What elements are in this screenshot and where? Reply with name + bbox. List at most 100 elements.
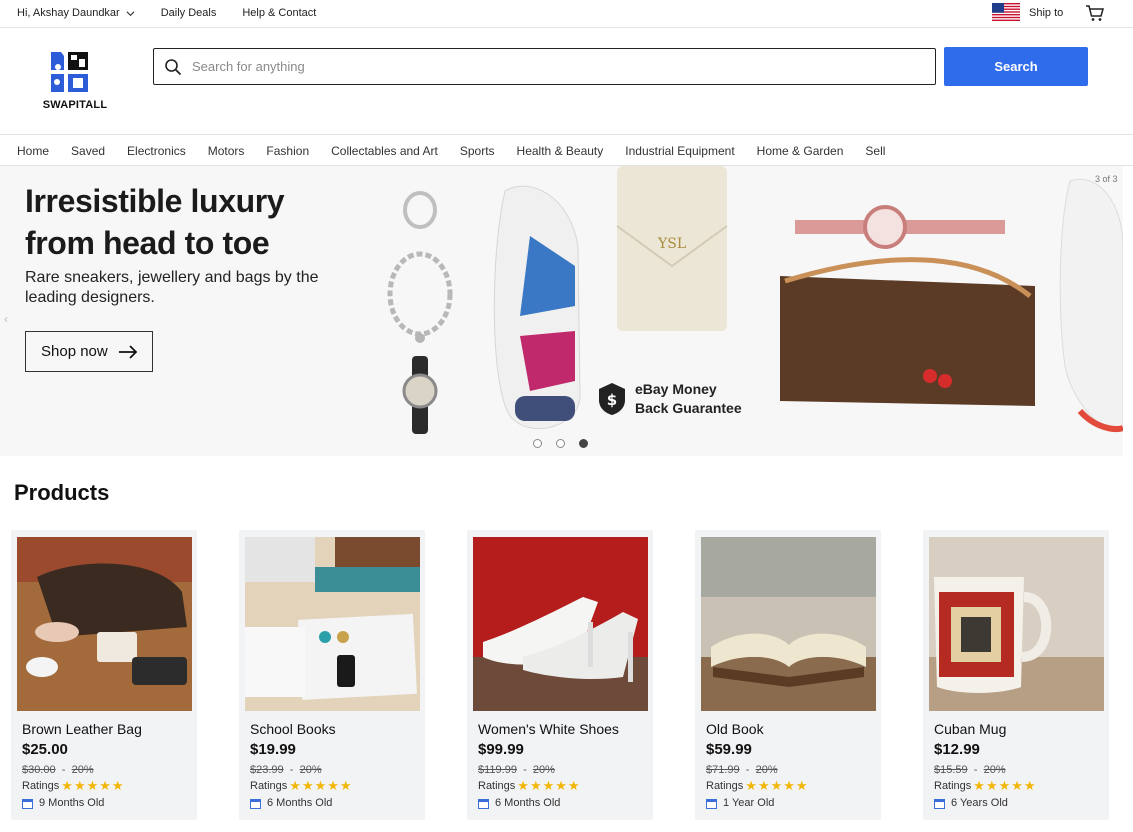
product-card[interactable]: Old Book $59.99 $71.99 - 20% Ratings ★ ★ ★… (695, 530, 881, 820)
star-icon: ★ (795, 778, 808, 793)
star-icon: ★ (757, 778, 770, 793)
cart-icon[interactable] (1085, 4, 1105, 22)
product-price: $12.99 (934, 741, 980, 758)
calendar-icon (478, 798, 489, 809)
product-card[interactable]: Cuban Mug $12.99 $15.59 - 20% Ratings ★ ★… (923, 530, 1109, 820)
discount-percent: 20% (71, 764, 94, 776)
product-name[interactable]: Cuban Mug (934, 721, 1006, 737)
product-original-price-line: $15.59 - 20% (934, 764, 1006, 776)
product-card[interactable]: School Books $19.99 $23.99 - 20% Ratings… (239, 530, 425, 820)
svg-text:$: $ (607, 391, 617, 409)
arrow-right-icon (118, 344, 137, 359)
calendar-icon (22, 798, 33, 809)
star-icon: ★ (555, 778, 567, 793)
carousel-dot-2[interactable] (556, 439, 565, 448)
star-icon: ★ (327, 778, 339, 793)
star-icon: ★ (783, 778, 795, 793)
product-image-shoes[interactable] (473, 537, 648, 711)
star-icon: ★ (99, 778, 111, 793)
star-icon: ★ (111, 778, 124, 793)
search-input[interactable] (192, 55, 912, 77)
product-name[interactable]: Women's White Shoes (478, 721, 619, 737)
carousel-dot-1[interactable] (533, 439, 542, 448)
nav-item-fashion[interactable]: Fashion (266, 144, 309, 158)
product-name[interactable]: School Books (250, 721, 336, 737)
star-icon: ★ (517, 778, 529, 793)
banner-product-imagery: YSL (387, 166, 1123, 434)
original-price: $119.99 (478, 764, 517, 776)
product-image-bag[interactable] (17, 537, 192, 711)
star-icon: ★ (529, 778, 542, 793)
product-name[interactable]: Old Book (706, 721, 764, 737)
shop-now-button[interactable]: Shop now (25, 331, 153, 372)
money-back-guarantee: $ eBay Money Back Guarantee (597, 380, 742, 418)
product-card[interactable]: Brown Leather Bag $25.00 $30.00 - 20% Ra… (11, 530, 197, 820)
product-age: 6 Months Old (478, 797, 560, 809)
product-image-old-book[interactable] (701, 537, 876, 711)
discount-percent: 20% (299, 764, 322, 776)
banner-prev-arrow[interactable]: ‹ (4, 312, 8, 326)
chevron-down-icon (126, 10, 135, 16)
account-menu[interactable]: Hi, Akshay Daundkar (17, 7, 135, 19)
star-icon: ★ (567, 778, 580, 793)
nav-item-health-beauty[interactable]: Health & Beauty (517, 144, 604, 158)
product-price: $99.99 (478, 741, 524, 758)
discount-percent: 20% (532, 764, 555, 776)
product-card[interactable]: Women's White Shoes $99.99 $119.99 - 20%… (467, 530, 653, 820)
calendar-icon (250, 798, 261, 809)
star-icon: ★ (314, 778, 327, 793)
products-heading: Products (14, 480, 110, 505)
carousel-dots (533, 439, 588, 448)
star-icon: ★ (1023, 778, 1036, 793)
star-icon: ★ (770, 778, 783, 793)
product-price: $59.99 (706, 741, 752, 758)
search-button[interactable]: Search (944, 47, 1088, 86)
star-icon: ★ (973, 778, 985, 793)
nav-item-sell[interactable]: Sell (865, 144, 885, 158)
star-rating: ★ ★ ★ ★ ★ (745, 778, 808, 793)
original-price: $30.00 (22, 764, 56, 776)
dollar-shield-icon: $ (599, 383, 625, 415)
ship-to-selector[interactable]: Ship to (992, 3, 1063, 21)
logo-text: SWAPITALL (42, 99, 108, 111)
nav-item-motors[interactable]: Motors (208, 144, 245, 158)
product-image-mug[interactable] (929, 537, 1104, 711)
us-flag-icon (992, 3, 1020, 21)
star-rating: ★ ★ ★ ★ ★ (289, 778, 352, 793)
nav-item-home-garden[interactable]: Home & Garden (757, 144, 844, 158)
nav-item-sports[interactable]: Sports (460, 144, 495, 158)
nav-item-industrial[interactable]: Industrial Equipment (625, 144, 734, 158)
product-age: 6 Years Old (934, 797, 1008, 809)
product-age: 6 Months Old (250, 797, 332, 809)
product-ratings: Ratings ★ ★ ★ ★ ★ (706, 778, 808, 793)
star-icon: ★ (998, 778, 1011, 793)
discount-percent: 20% (983, 764, 1006, 776)
star-icon: ★ (985, 778, 998, 793)
banner-subtitle: Rare sneakers, jewellery and bags by the… (25, 269, 319, 306)
calendar-icon (934, 798, 945, 809)
nav-item-saved[interactable]: Saved (71, 144, 105, 158)
star-rating: ★ ★ ★ ★ ★ (517, 778, 580, 793)
help-contact-link[interactable]: Help & Contact (242, 7, 316, 19)
star-icon: ★ (301, 778, 314, 793)
product-ratings: Ratings ★ ★ ★ ★ ★ (478, 778, 580, 793)
carousel-dot-3[interactable] (579, 439, 588, 448)
star-rating: ★ ★ ★ ★ ★ (973, 778, 1036, 793)
calendar-icon (706, 798, 717, 809)
star-icon: ★ (1011, 778, 1023, 793)
star-icon: ★ (289, 778, 301, 793)
product-image-books[interactable] (245, 537, 420, 711)
nav-item-electronics[interactable]: Electronics (127, 144, 186, 158)
star-icon: ★ (542, 778, 555, 793)
product-name[interactable]: Brown Leather Bag (22, 721, 142, 737)
nav-item-home[interactable]: Home (17, 144, 49, 158)
product-ratings: Ratings ★ ★ ★ ★ ★ (22, 778, 124, 793)
nav-item-collectables[interactable]: Collectables and Art (331, 144, 438, 158)
search-field[interactable] (153, 48, 936, 85)
hero-banner[interactable]: Irresistible luxury from head to toe Rar… (0, 166, 1123, 456)
product-age: 9 Months Old (22, 797, 104, 809)
daily-deals-link[interactable]: Daily Deals (161, 7, 217, 19)
product-original-price-line: $30.00 - 20% (22, 764, 94, 776)
product-original-price-line: $71.99 - 20% (706, 764, 778, 776)
star-icon: ★ (61, 778, 73, 793)
